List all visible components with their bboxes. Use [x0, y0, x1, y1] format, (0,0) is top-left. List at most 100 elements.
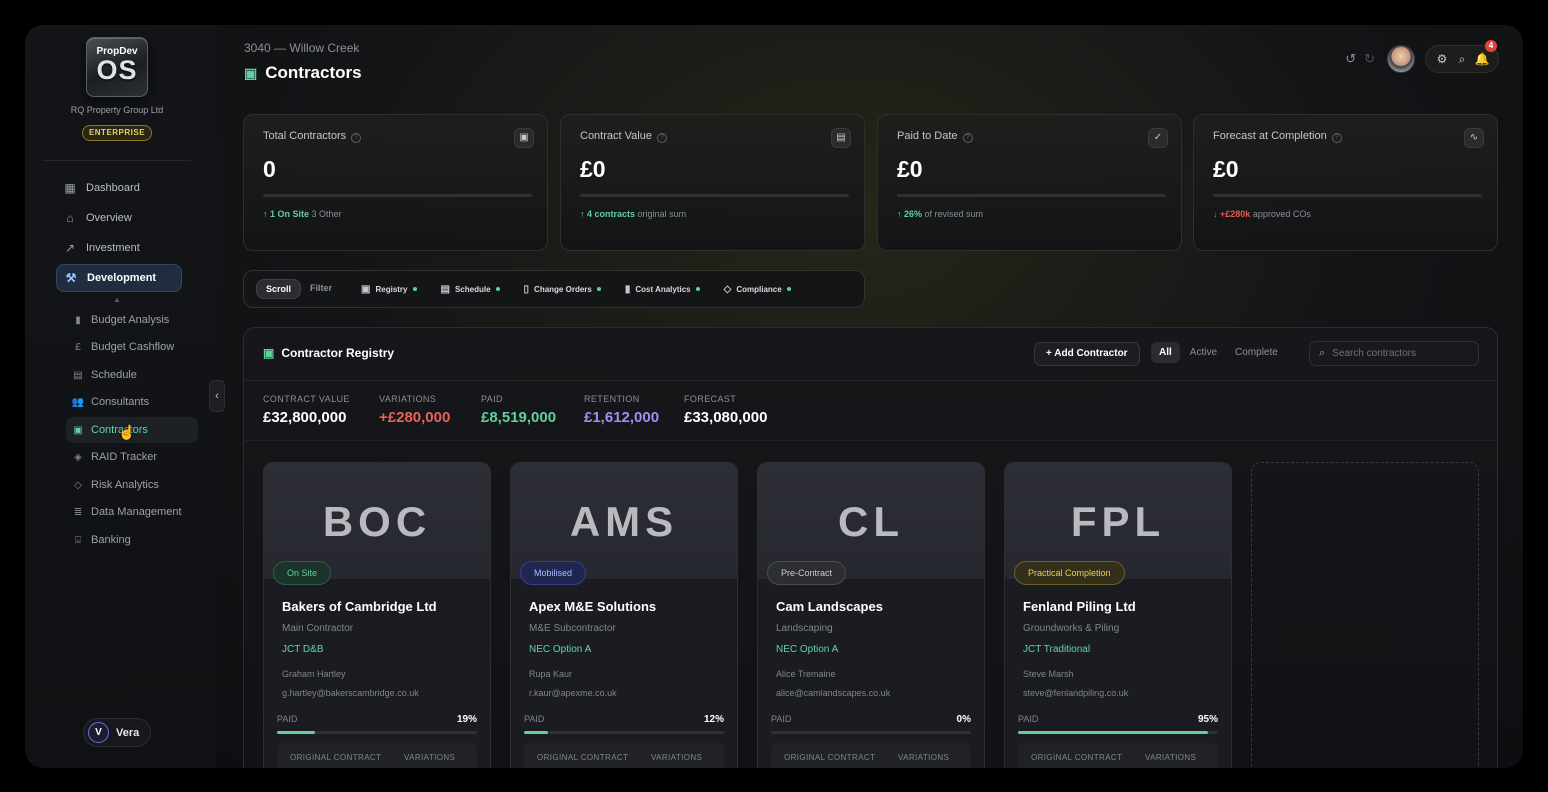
- original-contract-label: ORIGINAL CONTRACT: [784, 753, 876, 762]
- contact-name: Rupa Kaur: [529, 669, 573, 679]
- search-icon: ⌕: [1319, 347, 1326, 359]
- pound-icon: £: [75, 341, 81, 353]
- calendar-icon: ▤: [440, 283, 450, 295]
- help-icon[interactable]: ?: [962, 133, 973, 143]
- help-icon[interactable]: ?: [1331, 133, 1342, 143]
- panel-title: ▣ Contractor Registry: [263, 346, 394, 360]
- sidebar-subitem-raid-tracker[interactable]: ◈ RAID Tracker: [66, 444, 198, 470]
- grid-icon: ▦: [64, 181, 76, 195]
- sidebar-subitem-label: RAID Tracker: [91, 451, 158, 463]
- contractor-name: Bakers of Cambridge Ltd: [282, 599, 437, 614]
- redo-icon[interactable]: ↻: [1364, 51, 1375, 67]
- sidebar-item-overview[interactable]: ⌂ Overview: [56, 204, 182, 232]
- kpi-label: Paid to Date?: [897, 130, 973, 143]
- tab-label: Change Orders: [534, 284, 592, 294]
- sidebar-subitem-budget-cashflow[interactable]: £ Budget Cashflow: [66, 334, 198, 360]
- database-icon: ≣: [73, 506, 83, 518]
- sidebar-subitem-consultants[interactable]: 👥 Consultants: [66, 389, 198, 415]
- contractor-role: M&E Subcontractor: [529, 623, 616, 634]
- tab-change-orders[interactable]: ▯ Change Orders: [524, 284, 601, 295]
- contract-type: JCT Traditional: [1023, 644, 1091, 655]
- toolbar-group: ⚙ ⌕ 🔔 4: [1425, 40, 1499, 73]
- sidebar: PropDev OS RQ Property Group Ltd ENTERPR…: [25, 25, 217, 768]
- help-icon[interactable]: ?: [351, 133, 362, 143]
- sidebar-item-development[interactable]: ⚒ Development: [56, 264, 182, 292]
- tab-cost-analytics[interactable]: ▮ Cost Analytics: [625, 284, 700, 295]
- contractor-name: Apex M&E Solutions: [529, 599, 657, 614]
- sidebar-item-dashboard[interactable]: ▦ Dashboard: [56, 174, 182, 202]
- avatar: V: [88, 722, 109, 743]
- sidebar-subitem-risk-analytics[interactable]: ◇ Risk Analytics: [66, 472, 198, 498]
- sidebar-item-label: Development: [87, 272, 157, 284]
- collapse-sidebar-button[interactable]: ‹: [209, 380, 225, 412]
- contractor-role: Main Contractor: [282, 623, 354, 634]
- contractor-card[interactable]: BOC On Site Bakers of Cambridge Ltd Main…: [263, 462, 491, 768]
- kpi-card-contract-value: Contract Value? ▤ £0 ↑ 4 contracts origi…: [560, 114, 865, 251]
- contractor-card[interactable]: CL Pre-Contract Cam Landscapes Landscapi…: [757, 462, 985, 768]
- contractor-name: Fenland Piling Ltd: [1023, 599, 1136, 614]
- sidebar-subitem-label: Budget Analysis: [91, 314, 170, 326]
- paid-label: PAID: [277, 714, 298, 724]
- add-contractor-button[interactable]: + Add Contractor: [1034, 342, 1140, 366]
- sidebar-item-label: Dashboard: [86, 182, 140, 194]
- sidebar-subitem-label: Budget Cashflow: [91, 341, 175, 353]
- contact-email[interactable]: steve@fenlandpiling.co.uk: [1023, 688, 1128, 698]
- stat-variations: VARIATIONS +£280,000: [379, 394, 450, 426]
- chevron-left-icon: ‹: [215, 390, 219, 402]
- undo-icon[interactable]: ↺: [1345, 51, 1356, 67]
- document-icon: ▤: [831, 128, 851, 148]
- shield-icon: ◇: [723, 283, 732, 295]
- stat-value: £1,612,000: [584, 409, 660, 426]
- section-tabbar: Scroll Filter ▣ Registry ▤ Schedule ▯ Chang…: [243, 270, 865, 308]
- chevron-up-icon[interactable]: ▲: [113, 295, 121, 304]
- search-input[interactable]: ⌕ Search contractors: [1309, 341, 1479, 366]
- users-icon: 👥: [71, 396, 85, 408]
- paid-progress-track: [277, 731, 477, 734]
- kpi-value: 0: [263, 156, 276, 182]
- tab-compliance[interactable]: ◇ Compliance: [724, 284, 791, 295]
- paid-percent: 19%: [456, 714, 477, 725]
- paid-progress-fill: [277, 731, 315, 734]
- tab-schedule[interactable]: ▤ Schedule: [441, 284, 500, 295]
- status-badge: On Site: [273, 561, 332, 585]
- user-menu[interactable]: V Vera: [83, 718, 151, 747]
- avatar[interactable]: [1387, 45, 1415, 73]
- sidebar-subitem-banking[interactable]: ⌸ Banking: [66, 527, 198, 553]
- filter-active[interactable]: Active: [1182, 342, 1225, 363]
- contact-email[interactable]: g.hartley@bakerscambridge.co.uk: [282, 688, 419, 698]
- status-dot: [495, 287, 500, 291]
- search-icon[interactable]: ⌕: [1452, 52, 1472, 67]
- toggle-scroll[interactable]: Scroll: [256, 279, 302, 299]
- paid-progress-track: [1018, 731, 1218, 734]
- paid-progress-track: [524, 731, 724, 734]
- kpi-footer-text: 3 Other: [311, 209, 342, 219]
- sidebar-item-investment[interactable]: ↗ Investment: [56, 234, 182, 262]
- gear-icon[interactable]: ⚙: [1432, 52, 1452, 66]
- notification-badge: 4: [1485, 40, 1497, 52]
- contractor-role: Landscaping: [776, 623, 833, 634]
- briefcase-icon: ▣: [361, 283, 371, 295]
- status-badge: Mobilised: [520, 561, 587, 585]
- status-dot: [786, 287, 791, 291]
- contractor-card[interactable]: FPL Practical Completion Fenland Piling …: [1004, 462, 1232, 768]
- contact-email[interactable]: r.kaur@apexme.co.uk: [529, 688, 617, 698]
- stat-retention: RETENTION £1,612,000: [584, 394, 659, 426]
- toggle-filter[interactable]: Filter: [301, 279, 341, 299]
- app-logo[interactable]: PropDev OS: [86, 37, 148, 97]
- calendar-icon: ▤: [73, 369, 83, 381]
- stat-label: RETENTION: [584, 394, 640, 404]
- filter-complete[interactable]: Complete: [1227, 342, 1286, 363]
- add-contractor-placeholder-card[interactable]: [1251, 462, 1479, 768]
- filter-all[interactable]: All: [1151, 342, 1180, 363]
- contractor-card[interactable]: AMS Mobilised Apex M&E Solutions M&E Sub…: [510, 462, 738, 768]
- kpi-value: £0: [580, 156, 606, 182]
- contact-email[interactable]: alice@camlandscapes.co.uk: [776, 688, 890, 698]
- tab-registry[interactable]: ▣ Registry: [361, 283, 417, 295]
- help-icon[interactable]: ?: [656, 133, 667, 143]
- sidebar-subitem-data-management[interactable]: ≣ Data Management: [66, 499, 198, 525]
- sidebar-subitem-budget-analysis[interactable]: ▮ Budget Analysis: [66, 307, 198, 333]
- sidebar-subitem-schedule[interactable]: ▤ Schedule: [66, 362, 198, 388]
- bell-icon[interactable]: 🔔: [1472, 52, 1492, 66]
- breadcrumb[interactable]: 3040 — Willow Creek: [244, 41, 359, 55]
- contact-name: Alice Tremaine: [776, 669, 836, 679]
